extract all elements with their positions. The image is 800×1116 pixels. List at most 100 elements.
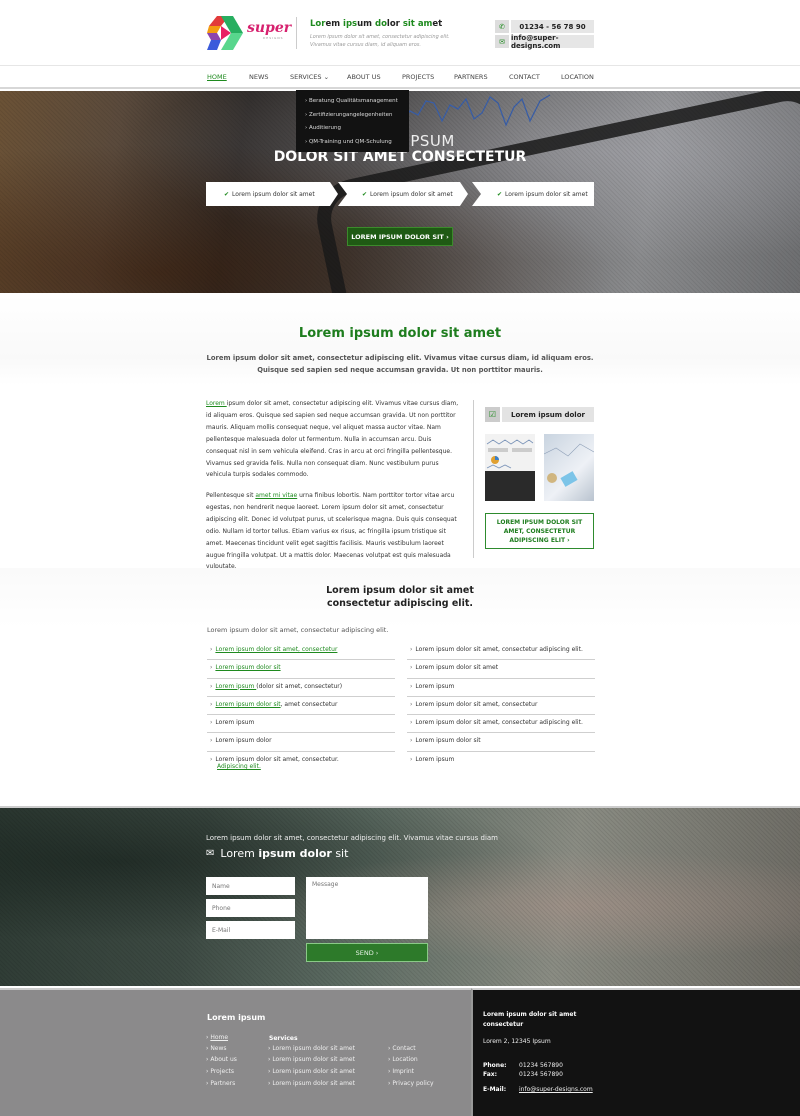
footer-fax: 01234 567890 — [519, 1071, 563, 1078]
nav-news[interactable]: NEWS — [249, 73, 269, 81]
sidebar-cta-button[interactable]: LOREM IPSUM DOLOR SIT AMET, CONSECTETUR … — [485, 513, 594, 549]
check-icon: ✔ — [224, 190, 230, 198]
logo-subtext: DESIGNS — [263, 36, 284, 40]
header-phone[interactable]: ✆ 01234 - 56 78 90 — [495, 20, 594, 33]
site-header: super DESIGNS Lorem ipsum dolor sit amet… — [0, 0, 800, 66]
nav-partners[interactable]: PARTNERS — [454, 73, 488, 81]
footer-nav-link[interactable]: › Partners — [206, 1080, 235, 1087]
send-button[interactable]: SEND › — [306, 943, 428, 962]
list-item-text: Lorem ipsum dolor sit amet — [415, 664, 499, 672]
list-item-link[interactable]: Adipiscing elit. — [217, 763, 261, 770]
footer-nav-link[interactable]: › About us — [206, 1056, 237, 1063]
footer-phone: 01234 567890 — [519, 1062, 563, 1069]
list-item-text: Lorem ipsum dolor sit amet, consectetur … — [415, 646, 583, 653]
nav-about-us[interactable]: ABOUT US — [347, 73, 381, 81]
footer-service-link[interactable]: › Lorem ipsum dolor sit amet — [268, 1068, 355, 1075]
header-title: Lorem ipsum dolor sit amet — [310, 19, 442, 29]
nav-contact[interactable]: CONTACT — [509, 73, 540, 81]
list-item-link[interactable]: Lorem ipsum — [215, 683, 256, 690]
footer-nav-link[interactable]: › News — [206, 1045, 227, 1052]
hero-chart-decoration — [400, 94, 551, 127]
dropdown-item[interactable]: › Beratung Qualitätsmanagement — [296, 98, 409, 112]
hero-step-label: Lorem ipsum dolor sit amet — [370, 190, 453, 198]
hero-cta-button[interactable]: LOREM IPSUM DOLOR SIT › — [347, 227, 453, 246]
footer-link[interactable]: › Imprint — [388, 1068, 414, 1075]
footer-service-link[interactable]: › Lorem ipsum dolor sit amet — [268, 1056, 355, 1063]
chevron-right-icon: › — [410, 755, 413, 763]
email-input[interactable] — [206, 921, 295, 939]
header-title-part: et — [432, 19, 443, 29]
phone-input[interactable] — [206, 899, 295, 917]
message-input[interactable] — [306, 877, 428, 939]
logo-icon[interactable] — [207, 16, 243, 50]
header-title-part: sit am — [402, 19, 433, 29]
dropdown-item[interactable]: › Auditierung — [296, 125, 409, 139]
dropdown-item[interactable]: › Zertifizierungangelegenheiten — [296, 112, 409, 126]
footer-nav-link[interactable]: › Home — [206, 1034, 228, 1041]
nav-location[interactable]: LOCATION — [561, 73, 594, 81]
footer-nav-panel — [0, 988, 471, 1116]
sidebar-image-dashboard[interactable] — [485, 434, 535, 501]
list-item: › Lorem ipsum — [407, 752, 595, 770]
header-email[interactable]: ✉ info@super-designs.com — [495, 34, 594, 50]
check-icon: ✔ — [497, 190, 503, 198]
chevron-right-icon: › — [410, 719, 413, 727]
nav-services[interactable]: SERVICES ⌄ — [290, 73, 329, 81]
list-item-text: Lorem ipsum dolor sit — [415, 737, 481, 745]
chevron-right-icon: › — [410, 737, 413, 745]
header-title-part: ips — [343, 19, 358, 29]
header-phone-number: 01234 - 56 78 90 — [511, 20, 594, 33]
list-item-link[interactable]: Lorem ipsum dolor sit — [215, 664, 280, 671]
header-title-part: lor — [386, 19, 403, 29]
chevron-right-icon: › — [210, 682, 213, 690]
article-link[interactable]: Lorem — [206, 400, 227, 407]
list-item: › Lorem ipsum dolor sit amet, consectetur — [407, 697, 595, 716]
contact-title: ✉ Lorem ipsum dolor sit — [206, 847, 349, 860]
contact-section: Lorem ipsum dolor sit amet, consectetur … — [0, 806, 800, 986]
footer-email-link[interactable]: info@super-designs.com — [519, 1086, 593, 1093]
sidebar-divider — [473, 400, 474, 558]
list-item: › Lorem ipsum dolor sit amet, consectetur… — [407, 642, 595, 661]
nav-home[interactable]: HOME — [207, 73, 227, 81]
footer-company-line1: Lorem ipsum dolor sit amet — [483, 1011, 577, 1018]
name-input[interactable] — [206, 877, 295, 895]
footer-email-label: E-Mail: — [483, 1086, 507, 1093]
chevron-right-icon: › — [210, 646, 213, 653]
main-nav: HOME NEWS SERVICES ⌄ ABOUT US PROJECTS P… — [0, 67, 800, 89]
chevron-right-icon: › — [210, 755, 213, 763]
footer-link[interactable]: › Privacy policy — [388, 1080, 434, 1087]
nav-projects[interactable]: PROJECTS — [402, 73, 434, 81]
chevron-right-icon: › — [210, 719, 213, 727]
hero-step-2: ✔ Lorem ipsum dolor sit amet — [338, 182, 468, 206]
list-item-text: Lorem ipsum dolor — [215, 737, 272, 745]
list-section-title: Lorem ipsum dolor sit amet consectetur a… — [326, 585, 474, 609]
hero-step-label: Lorem ipsum dolor sit amet — [232, 190, 315, 198]
header-title-part: em — [325, 19, 344, 29]
footer-service-link[interactable]: › Lorem ipsum dolor sit amet — [268, 1080, 355, 1087]
list-item-link[interactable]: Lorem ipsum dolor sit amet, consectetur — [215, 646, 337, 653]
list-item: › Lorem ipsum dolor sit amet — [407, 660, 595, 679]
list-item-text: Lorem ipsum — [415, 682, 455, 690]
header-divider — [296, 17, 297, 49]
logo-text: super — [247, 20, 292, 36]
list-item-text: Lorem ipsum dolor sit amet, consectetur — [415, 700, 538, 708]
footer-service-link[interactable]: › Lorem ipsum dolor sit amet — [268, 1045, 355, 1052]
intro-title: Lorem ipsum dolor sit amet — [298, 326, 502, 341]
chevron-right-icon: › — [210, 737, 213, 745]
list-intro: Lorem ipsum dolor sit amet, consectetur … — [207, 626, 389, 634]
header-description: Lorem ipsum dolor sit amet, consectetur … — [310, 34, 450, 48]
list-item-text: Lorem ipsum dolor sit amet, consectetur. — [215, 755, 339, 763]
hero-step-1: ✔ Lorem ipsum dolor sit amet — [206, 182, 338, 206]
footer-link[interactable]: › Contact — [388, 1045, 416, 1052]
chevron-right-icon: › — [410, 682, 413, 690]
hero-step-label: Lorem ipsum dolor sit amet — [505, 190, 588, 198]
footer-nav-link[interactable]: › Projects — [206, 1068, 234, 1075]
list-item: › Lorem ipsum — [207, 715, 395, 734]
footer-company-line2: consectetur — [483, 1021, 524, 1028]
dropdown-item[interactable]: › QM-Training und QM-Schulung — [296, 139, 409, 153]
article-link[interactable]: amet mi vitae — [255, 492, 297, 499]
sidebar-image-report[interactable] — [544, 434, 594, 501]
list-item-link[interactable]: Lorem ipsum dolor sit — [215, 701, 280, 708]
chevron-right-icon: › — [410, 664, 413, 672]
footer-link[interactable]: › Location — [388, 1056, 418, 1063]
